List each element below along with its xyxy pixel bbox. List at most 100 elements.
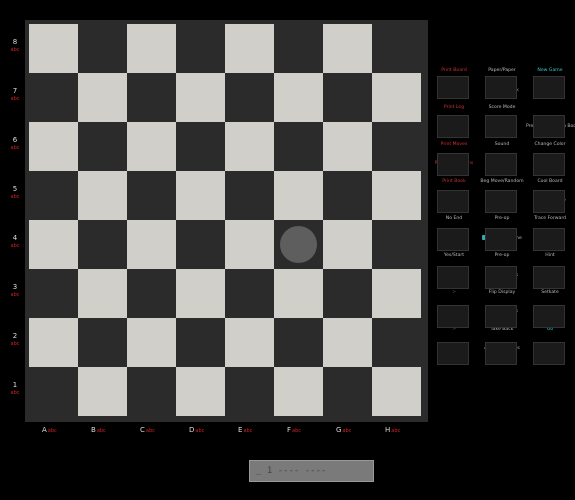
square-d6[interactable] [176,122,225,171]
panel-cell: Hint [526,253,574,259]
file-letter: H [385,426,391,434]
panel-button[interactable] [533,266,565,289]
square-b7[interactable] [78,73,127,122]
panel-button[interactable] [437,342,469,365]
square-e4[interactable] [225,220,274,269]
square-e5[interactable] [225,171,274,220]
file-letter: F [287,426,292,434]
square-b8[interactable] [78,24,127,73]
panel-button[interactable] [437,190,469,213]
panel-label-text: Print Log [443,105,465,110]
panel-button[interactable] [533,342,565,365]
square-b5[interactable] [78,171,127,220]
square-g8[interactable] [323,24,372,73]
panel-button[interactable] [437,228,469,251]
square-d7[interactable] [176,73,225,122]
square-f7[interactable] [274,73,323,122]
square-d1[interactable] [176,367,225,416]
square-f1[interactable] [274,367,323,416]
square-g3[interactable] [323,269,372,318]
panel-button[interactable] [485,115,517,138]
panel-button[interactable] [533,228,565,251]
square-b2[interactable] [78,318,127,367]
file-letter: G [336,426,342,434]
square-d4[interactable] [176,220,225,269]
square-g4[interactable] [323,220,372,269]
square-e2[interactable] [225,318,274,367]
panel-button[interactable] [485,228,517,251]
panel-button[interactable] [485,266,517,289]
panel-button[interactable] [533,153,565,176]
panel-label-text: No End [445,216,463,221]
square-f5[interactable] [274,171,323,220]
square-c2[interactable] [127,318,176,367]
square-a8[interactable] [29,24,78,73]
square-h1[interactable] [372,367,421,416]
panel-button[interactable] [437,115,469,138]
panel-button[interactable] [437,153,469,176]
square-c8[interactable] [127,24,176,73]
square-b6[interactable] [78,122,127,171]
panel-button[interactable] [485,76,517,99]
panel-label: Paper/Paper [478,68,526,74]
rank-number: 8 [12,38,18,46]
square-h2[interactable] [372,318,421,367]
square-a3[interactable] [29,269,78,318]
panel-button[interactable] [533,76,565,99]
square-c6[interactable] [127,122,176,171]
square-a7[interactable] [29,73,78,122]
piece-disc[interactable] [280,226,317,263]
square-h8[interactable] [372,24,421,73]
square-h4[interactable] [372,220,421,269]
square-f2[interactable] [274,318,323,367]
square-h3[interactable] [372,269,421,318]
square-a1[interactable] [29,367,78,416]
square-h5[interactable] [372,171,421,220]
square-d3[interactable] [176,269,225,318]
square-c7[interactable] [127,73,176,122]
panel-button[interactable] [485,153,517,176]
square-e1[interactable] [225,367,274,416]
square-a5[interactable] [29,171,78,220]
square-d2[interactable] [176,318,225,367]
square-c5[interactable] [127,171,176,220]
panel-button[interactable] [485,342,517,365]
panel-button[interactable] [533,190,565,213]
panel-button[interactable] [485,190,517,213]
panel-cell: Paper/Paper [478,68,526,74]
square-b1[interactable] [78,367,127,416]
panel-button[interactable] [437,305,469,328]
square-e8[interactable] [225,24,274,73]
square-d5[interactable] [176,171,225,220]
square-g7[interactable] [323,73,372,122]
square-g1[interactable] [323,367,372,416]
square-b4[interactable] [78,220,127,269]
square-h6[interactable] [372,122,421,171]
square-a6[interactable] [29,122,78,171]
square-f4[interactable] [274,220,323,269]
square-e3[interactable] [225,269,274,318]
square-a4[interactable] [29,220,78,269]
square-g6[interactable] [323,122,372,171]
panel-button[interactable] [437,266,469,289]
square-c4[interactable] [127,220,176,269]
square-a2[interactable] [29,318,78,367]
panel-button[interactable] [533,305,565,328]
square-c3[interactable] [127,269,176,318]
panel-button[interactable] [485,305,517,328]
panel-label: Sound [478,142,526,148]
square-g5[interactable] [323,171,372,220]
square-f8[interactable] [274,24,323,73]
square-g2[interactable] [323,318,372,367]
square-f6[interactable] [274,122,323,171]
panel-button[interactable] [437,76,469,99]
square-c1[interactable] [127,367,176,416]
square-d8[interactable] [176,24,225,73]
panel-button[interactable] [533,115,565,138]
square-e6[interactable] [225,122,274,171]
square-b3[interactable] [78,269,127,318]
square-f3[interactable] [274,269,323,318]
square-e7[interactable] [225,73,274,122]
square-h7[interactable] [372,73,421,122]
rank-sub: abc [10,145,20,151]
